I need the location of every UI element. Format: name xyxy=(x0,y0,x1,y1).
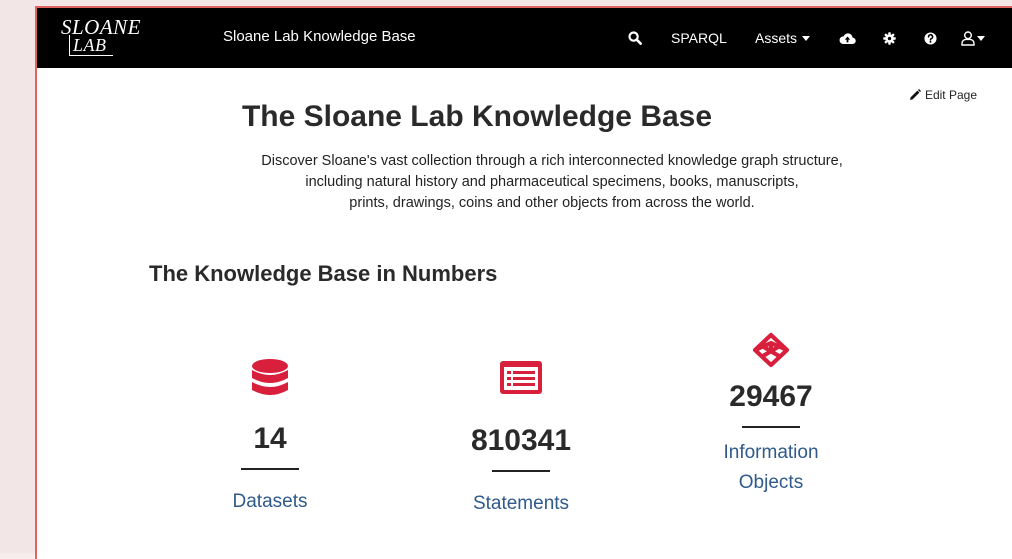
stat-label-line: Objects xyxy=(738,472,804,493)
user-icon xyxy=(961,30,975,46)
stat-label-line: Statements xyxy=(472,493,570,514)
logo-line-2: LAB xyxy=(73,35,107,55)
stat-datasets: 14 Datasets xyxy=(170,358,370,517)
stat-label-link[interactable]: Statements xyxy=(421,489,621,519)
assets-label: Assets xyxy=(755,30,798,46)
navbar: SLOANE LAB Sloane Lab Knowledge Base SPA… xyxy=(37,8,1012,68)
stat-label-link[interactable]: Information Objects xyxy=(671,438,871,498)
section-title: The Knowledge Base in Numbers xyxy=(149,261,498,286)
chevron-down-icon xyxy=(802,35,811,41)
description-line: prints, drawings, coins and other object… xyxy=(349,195,755,211)
description-line: including natural history and pharmaceut… xyxy=(305,174,799,190)
stat-label-line: Information xyxy=(723,442,819,463)
page-title: The Sloane Lab Knowledge Base xyxy=(241,100,713,133)
edit-page-label: Edit Page xyxy=(924,88,977,102)
site-title-link[interactable]: Sloane Lab Knowledge Base xyxy=(223,28,416,45)
page-description: Discover Sloane's vast collection throug… xyxy=(187,151,917,214)
stat-value: 810341 xyxy=(470,424,572,457)
stat-value: 14 xyxy=(253,422,287,455)
help-button[interactable] xyxy=(924,28,937,48)
user-menu[interactable] xyxy=(961,28,985,48)
sloane-lab-logo[interactable]: SLOANE LAB xyxy=(57,15,147,59)
stat-label-link[interactable]: Datasets xyxy=(170,487,370,517)
gear-icon xyxy=(883,31,896,45)
stat-information-objects: 29467 Information Objects xyxy=(671,332,871,498)
cube-outline-icon xyxy=(752,332,790,368)
browser-window: SLOANE LAB Sloane Lab Knowledge Base SPA… xyxy=(35,6,1012,559)
description-line: Discover Sloane's vast collection throug… xyxy=(261,153,843,169)
stat-label-line: Datasets xyxy=(232,491,308,512)
cloud-upload-icon xyxy=(839,32,856,44)
divider xyxy=(742,426,800,428)
sparql-link[interactable]: SPARQL xyxy=(671,28,727,48)
settings-button[interactable] xyxy=(883,28,896,48)
edit-page-link[interactable]: Edit Page xyxy=(909,88,977,102)
stat-value: 29467 xyxy=(729,380,813,413)
upload-button[interactable] xyxy=(839,28,856,48)
assets-dropdown[interactable]: Assets xyxy=(755,28,811,48)
stat-statements: 810341 Statements xyxy=(421,358,621,519)
divider xyxy=(241,468,299,470)
divider xyxy=(492,470,550,472)
database-icon xyxy=(252,359,288,395)
search-button[interactable] xyxy=(628,28,642,48)
chevron-down-icon xyxy=(977,35,985,41)
question-circle-icon xyxy=(924,31,937,45)
list-icon xyxy=(500,361,542,394)
search-icon xyxy=(628,31,642,45)
